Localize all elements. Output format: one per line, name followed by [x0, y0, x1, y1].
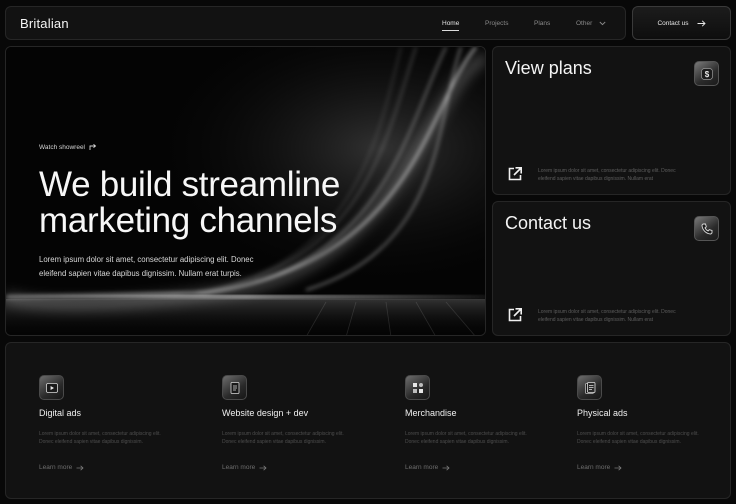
- hero-description-line: eleifend sapien vitae dapibus dignissim.…: [39, 269, 242, 278]
- learn-more-label: Learn more: [577, 464, 611, 471]
- service-website-design: Website design + dev Lorem ipsum dolor s…: [222, 343, 372, 498]
- service-title: Physical ads: [577, 408, 628, 418]
- services-section: Digital ads Lorem ipsum dolor sit amet, …: [5, 342, 731, 499]
- watch-showreel-link[interactable]: Watch showreel: [39, 143, 97, 151]
- card-description-line: eleifend sapien vitae dapibus dignissim.…: [538, 176, 654, 182]
- hero-heading-line: We build streamline: [39, 165, 341, 204]
- card-description-line: Lorem ipsum dolor sit amet, consectetur …: [538, 168, 676, 174]
- code-file-icon: [222, 375, 247, 400]
- card-title: Contact us: [505, 213, 592, 233]
- learn-more-link[interactable]: Learn more: [39, 464, 84, 471]
- card-description-line: eleifend sapien vitae dapibus dignissim.…: [538, 317, 654, 323]
- service-description: Lorem ipsum dolor sit amet, consectetur …: [222, 430, 362, 446]
- service-description-line: Donec eleifend sapien vitae dapibus dign…: [222, 439, 326, 445]
- service-physical-ads: Physical ads Lorem ipsum dolor sit amet,…: [577, 343, 727, 498]
- hero-heading-line: marketing channels: [39, 201, 338, 240]
- hero-heading: We build streamline marketing channels: [39, 167, 459, 239]
- service-description: Lorem ipsum dolor sit amet, consectetur …: [39, 430, 179, 446]
- arrow-right-icon: [697, 19, 706, 27]
- chevron-down-icon: [599, 21, 606, 26]
- shapes-icon: [405, 375, 430, 400]
- learn-more-link[interactable]: Learn more: [577, 464, 622, 471]
- nav-link-label: Home: [442, 20, 460, 27]
- service-description-line: Donec eleifend sapien vitae dapibus dign…: [405, 439, 509, 445]
- hero-description: Lorem ipsum dolor sit amet, consectetur …: [39, 253, 279, 281]
- nav-link-plans[interactable]: Plans: [534, 20, 550, 27]
- learn-more-link[interactable]: Learn more: [405, 464, 450, 471]
- dollar-icon: $: [694, 61, 719, 86]
- service-description-line: Donec eleifend sapien vitae dapibus dign…: [577, 439, 681, 445]
- service-description-line: Lorem ipsum dolor sit amet, consectetur …: [405, 431, 527, 437]
- contact-us-button[interactable]: Contact us: [632, 6, 731, 40]
- svg-text:$: $: [704, 70, 709, 79]
- service-title: Digital ads: [39, 408, 82, 418]
- arrow-up-right-icon: [89, 143, 97, 150]
- brand-logo[interactable]: Britalian: [20, 16, 69, 31]
- service-merchandise: Merchandise Lorem ipsum dolor sit amet, …: [405, 343, 555, 498]
- service-description-line: Lorem ipsum dolor sit amet, consectetur …: [39, 431, 161, 437]
- hero-section: Watch showreel We build streamline marke…: [5, 46, 486, 336]
- service-description: Lorem ipsum dolor sit amet, consectetur …: [577, 430, 717, 446]
- nav-link-projects[interactable]: Projects: [485, 20, 508, 27]
- external-link-icon[interactable]: [507, 166, 523, 182]
- card-description: Lorem ipsum dolor sit amet, consectetur …: [538, 167, 708, 183]
- document-icon: [577, 375, 602, 400]
- watch-showreel-label: Watch showreel: [39, 143, 85, 151]
- service-title: Website design + dev: [222, 408, 309, 418]
- phone-icon: [694, 216, 719, 241]
- service-description-line: Lorem ipsum dolor sit amet, consectetur …: [222, 431, 344, 437]
- external-link-icon[interactable]: [507, 307, 523, 323]
- card-description-line: Lorem ipsum dolor sit amet, consectetur …: [538, 309, 676, 315]
- arrow-right-icon: [76, 465, 84, 470]
- nav-link-label: Other: [576, 20, 593, 27]
- card-title: View plans: [505, 58, 592, 78]
- service-description-line: Lorem ipsum dolor sit amet, consectetur …: [577, 431, 699, 437]
- card-description: Lorem ipsum dolor sit amet, consectetur …: [538, 308, 708, 324]
- view-plans-card[interactable]: View plans $ Lorem ipsum dolor sit amet,…: [492, 46, 731, 195]
- active-underline: [442, 30, 460, 31]
- contact-us-card[interactable]: Contact us Lorem ipsum dolor sit amet, c…: [492, 201, 731, 336]
- service-description-line: Donec eleifend sapien vitae dapibus dign…: [39, 439, 143, 445]
- learn-more-link[interactable]: Learn more: [222, 464, 267, 471]
- hero-description-line: Lorem ipsum dolor sit amet, consectetur …: [39, 255, 254, 264]
- service-description: Lorem ipsum dolor sit amet, consectetur …: [405, 430, 545, 446]
- arrow-right-icon: [442, 465, 450, 470]
- learn-more-label: Learn more: [39, 464, 73, 471]
- nav-link-home[interactable]: Home: [442, 20, 460, 31]
- learn-more-label: Learn more: [222, 464, 256, 471]
- nav-link-other[interactable]: Other: [576, 20, 606, 27]
- service-digital-ads: Digital ads Lorem ipsum dolor sit amet, …: [39, 343, 189, 498]
- contact-us-label: Contact us: [657, 19, 689, 27]
- play-icon: [39, 375, 64, 400]
- arrow-right-icon: [259, 465, 267, 470]
- top-nav-bar: Britalian Home Projects Plans Other: [5, 6, 626, 40]
- learn-more-label: Learn more: [405, 464, 439, 471]
- arrow-right-icon: [614, 465, 622, 470]
- service-title: Merchandise: [405, 408, 457, 418]
